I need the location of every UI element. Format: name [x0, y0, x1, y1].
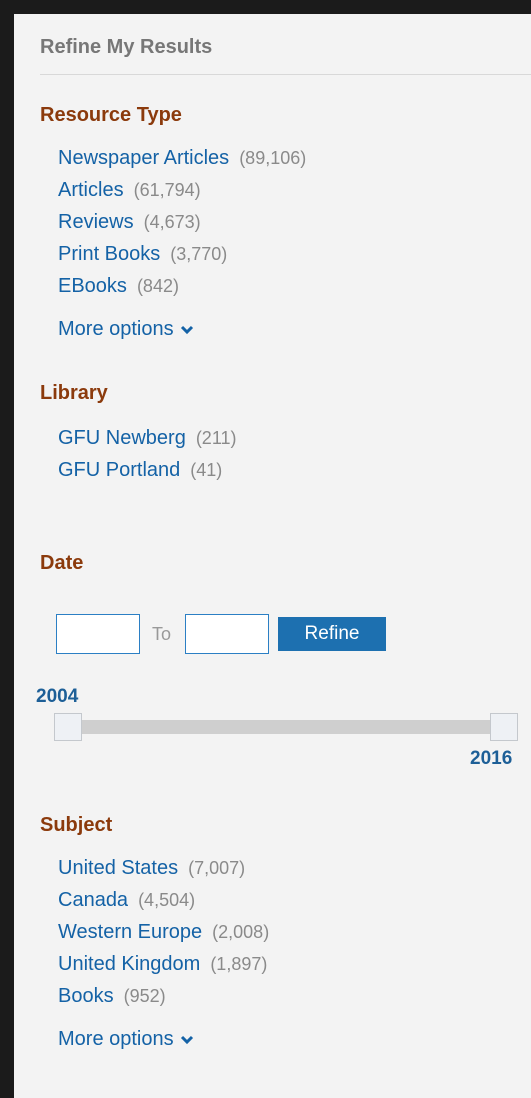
list-item: Canada (4,504): [58, 884, 269, 916]
facet-count: (952): [123, 986, 166, 1006]
more-options-label: More options: [58, 318, 174, 340]
slider-min-handle[interactable]: [54, 713, 82, 741]
facet-link[interactable]: Articles: [58, 179, 124, 201]
more-options-resource-type[interactable]: More options: [58, 318, 194, 341]
date-title: Date: [40, 552, 84, 574]
facet-link[interactable]: United States: [58, 857, 178, 879]
list-item: United States (7,007): [58, 852, 269, 884]
list-item: Books (952): [58, 980, 269, 1012]
list-item: Reviews (4,673): [58, 206, 306, 238]
refine-button[interactable]: Refine: [278, 617, 386, 651]
facet-count: (4,504): [138, 890, 196, 910]
more-options-label: More options: [58, 1028, 174, 1050]
list-item: Western Europe (2,008): [58, 916, 269, 948]
list-item: United Kingdom (1,897): [58, 948, 269, 980]
date-to-label: To: [152, 624, 172, 644]
list-item: Print Books (3,770): [58, 238, 306, 270]
facet-count: (2,008): [212, 922, 270, 942]
refine-results-panel: Refine My Results Resource Type Newspape…: [14, 14, 531, 1098]
facet-count: (89,106): [239, 148, 307, 168]
resource-type-list: Newspaper Articles (89,106) Articles (61,7…: [58, 142, 306, 302]
facet-link[interactable]: GFU Portland: [58, 459, 180, 481]
facet-count: (842): [136, 276, 179, 296]
date-from-input[interactable]: [56, 614, 140, 654]
facet-link[interactable]: United Kingdom: [58, 953, 200, 975]
facet-count: (41): [190, 460, 223, 480]
facet-count: (1,897): [210, 954, 268, 974]
facet-link[interactable]: Print Books: [58, 243, 160, 265]
facet-count: (3,770): [170, 244, 228, 264]
date-slider-track[interactable]: [60, 720, 506, 734]
more-options-subject[interactable]: More options: [58, 1028, 194, 1051]
facet-link[interactable]: Western Europe: [58, 921, 202, 943]
library-list: GFU Newberg (211) GFU Portland (41): [58, 422, 237, 486]
chevron-down-icon: [180, 1028, 194, 1051]
subject-title: Subject: [40, 814, 113, 836]
panel-title: Refine My Results: [40, 36, 213, 58]
list-item: EBooks (842): [58, 270, 306, 302]
facet-link[interactable]: GFU Newberg: [58, 427, 186, 449]
facet-count: (211): [195, 428, 237, 448]
facet-count: (7,007): [188, 858, 246, 878]
list-item: GFU Portland (41): [58, 454, 237, 486]
list-item: GFU Newberg (211): [58, 422, 237, 454]
facet-link[interactable]: Newspaper Articles: [58, 147, 229, 169]
library-title: Library: [40, 382, 108, 404]
facet-count: (4,673): [143, 212, 201, 232]
resource-type-title: Resource Type: [40, 104, 182, 126]
slider-max-label: 2016: [470, 748, 513, 769]
facet-link[interactable]: Canada: [58, 889, 128, 911]
list-item: Articles (61,794): [58, 174, 306, 206]
subject-list: United States (7,007) Canada (4,504) Weste…: [58, 852, 269, 1012]
facet-link[interactable]: Reviews: [58, 211, 134, 233]
list-item: Newspaper Articles (89,106): [58, 142, 306, 174]
facet-link[interactable]: EBooks: [58, 275, 127, 297]
slider-max-handle[interactable]: [490, 713, 518, 741]
date-to-input[interactable]: [185, 614, 269, 654]
slider-min-label: 2004: [36, 686, 79, 707]
facet-count: (61,794): [133, 180, 201, 200]
facet-link[interactable]: Books: [58, 985, 114, 1007]
divider: [40, 74, 531, 75]
chevron-down-icon: [180, 318, 194, 341]
